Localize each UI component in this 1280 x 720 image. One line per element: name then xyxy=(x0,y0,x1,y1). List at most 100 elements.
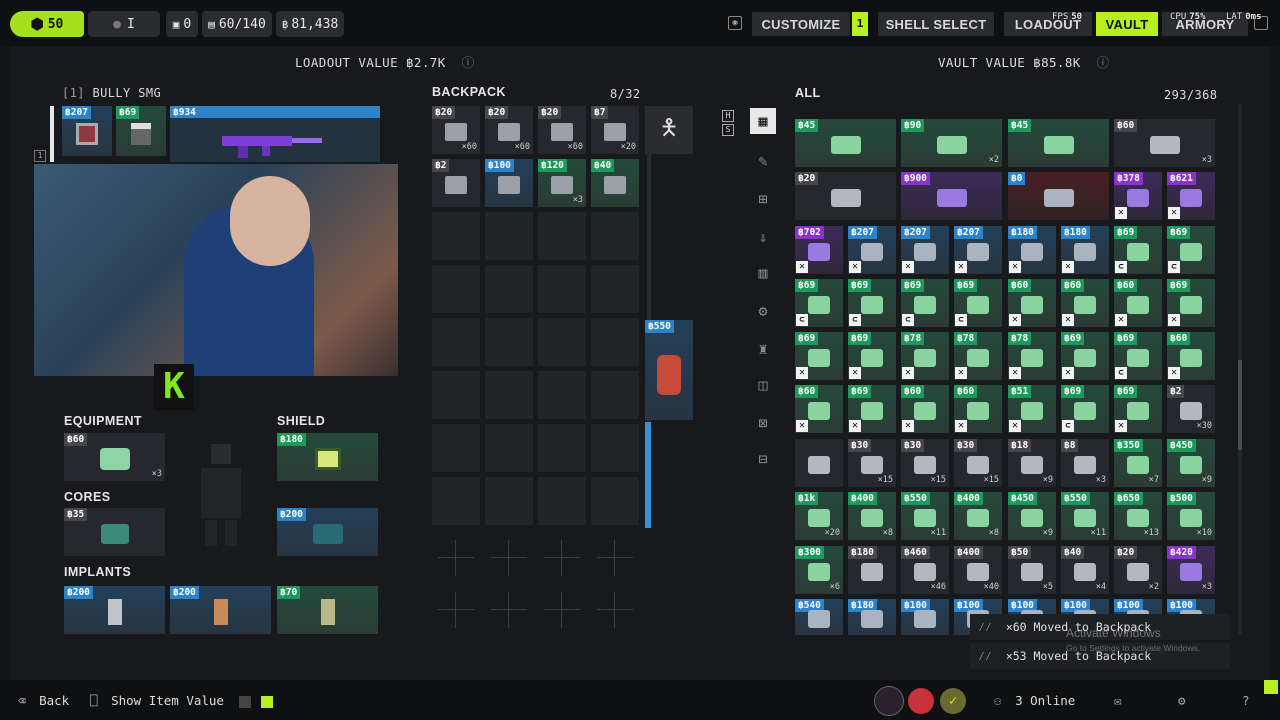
filter-implant-icon[interactable]: ♜ xyxy=(750,336,776,362)
vault-item-slot[interactable]: ฿300 ×6 xyxy=(795,546,843,594)
vault-item-slot[interactable]: ฿69 ⊂ xyxy=(1114,226,1162,274)
backpack-item-slot[interactable]: ฿40 xyxy=(591,159,639,207)
add-slot-icon[interactable] xyxy=(438,540,474,576)
vault-item-slot[interactable]: ฿78 ✕ xyxy=(1008,332,1056,380)
vault-item-slot[interactable]: ฿540 xyxy=(795,599,843,635)
vault-item-slot[interactable]: ฿1k ×20 xyxy=(795,492,843,540)
backpack-empty-slot[interactable] xyxy=(538,424,586,472)
shield-slot[interactable]: ฿180 xyxy=(277,433,378,481)
filter-misc-icon[interactable]: ⊟ xyxy=(750,446,776,472)
add-slot-icon[interactable] xyxy=(544,592,580,628)
filter-ammo-icon[interactable]: ▥ xyxy=(750,260,776,286)
vault-item-slot[interactable]: ฿702 ✕ xyxy=(795,226,843,274)
backpack-empty-slot[interactable] xyxy=(591,371,639,419)
add-slot-icon[interactable] xyxy=(597,540,633,576)
nav-shell-select[interactable]: SHELL SELECT xyxy=(878,12,994,36)
vault-item-slot[interactable]: ฿460 ×46 xyxy=(901,546,949,594)
vault-item-slot[interactable]: ฿69 ⊂ xyxy=(901,279,949,327)
vault-item-slot[interactable]: ฿60 ✕ xyxy=(901,385,949,433)
filter-core-icon[interactable]: ◫ xyxy=(750,372,776,398)
backpack-item-slot[interactable]: ฿120 ×3 xyxy=(538,159,586,207)
weapon-slot-main[interactable]: ฿934 xyxy=(170,106,380,162)
vault-item-slot[interactable]: ฿180 xyxy=(848,546,896,594)
vault-item-slot[interactable]: ฿621 ✕ xyxy=(1167,172,1215,220)
vault-item-slot[interactable]: ฿450 ×9 xyxy=(1008,492,1056,540)
help-icon[interactable]: ? xyxy=(1242,693,1250,708)
vault-item-slot[interactable]: ฿8 ×3 xyxy=(1061,439,1109,487)
vault-item-slot[interactable]: ฿60 ✕ xyxy=(1008,279,1056,327)
implant-slot[interactable]: ฿70 xyxy=(277,586,378,634)
vault-item-slot[interactable]: ฿550 ×11 xyxy=(1061,492,1109,540)
vault-item-slot[interactable]: ฿69 ✕ xyxy=(1167,279,1215,327)
vault-item-slot[interactable]: ฿400 ×40 xyxy=(954,546,1002,594)
backpack-item-slot[interactable]: ฿20 ×60 xyxy=(538,106,586,154)
vault-item-slot[interactable]: ฿420 ×3 xyxy=(1167,546,1215,594)
vault-item-slot[interactable]: ฿100 xyxy=(901,599,949,635)
backpack-empty-slot[interactable] xyxy=(485,212,533,260)
backpack-empty-slot[interactable] xyxy=(485,318,533,366)
backpack-empty-slot[interactable] xyxy=(591,424,639,472)
core-slot[interactable]: ฿200 xyxy=(277,508,378,556)
vault-item-slot[interactable]: ฿350 ×7 xyxy=(1114,439,1162,487)
backpack-item-slot[interactable]: ฿20 ×60 xyxy=(485,106,533,154)
mail-icon[interactable]: ✉ xyxy=(1114,693,1122,708)
vault-item-slot[interactable]: ฿18 ×9 xyxy=(1008,439,1056,487)
vault-item-slot[interactable]: ฿900 xyxy=(901,172,1002,220)
vault-item-slot[interactable]: ฿180 xyxy=(848,599,896,635)
vault-item-slot[interactable]: ฿69 ⊂ xyxy=(1167,226,1215,274)
backpack-empty-slot[interactable] xyxy=(538,318,586,366)
vault-item-slot[interactable]: ฿180 ✕ xyxy=(1061,226,1109,274)
vault-item-slot[interactable]: ฿51 ✕ xyxy=(1008,385,1056,433)
backpack-item-slot[interactable]: ฿2 xyxy=(432,159,480,207)
settings-square-icon[interactable]: ◉ xyxy=(728,16,742,30)
vault-item-slot[interactable]: ฿69 ✕ xyxy=(848,332,896,380)
currency-display[interactable]: ฿ 81,438 xyxy=(276,11,344,37)
vault-item-slot[interactable]: ฿69 ⊂ xyxy=(1061,385,1109,433)
filter-equipment-icon[interactable]: ⊞ xyxy=(750,186,776,212)
equipment-slot[interactable]: ฿60 ×3 xyxy=(64,433,165,481)
implant-slot[interactable]: ฿200 xyxy=(64,586,165,634)
vault-item-slot[interactable]: ฿30 ×15 xyxy=(954,439,1002,487)
backpack-scroll-thumb[interactable] xyxy=(645,422,651,528)
character-icon[interactable]: 🯅 xyxy=(645,106,693,154)
vault-item-slot[interactable]: ฿2 ×30 xyxy=(1167,385,1215,433)
filter-chip-icon[interactable]: ⚙ xyxy=(750,298,776,324)
settings-gear-icon[interactable]: ⚙ xyxy=(1178,693,1186,708)
vault-item-slot[interactable]: ฿60 ✕ xyxy=(795,385,843,433)
vault-item-slot[interactable]: ฿207 ✕ xyxy=(954,226,1002,274)
backpack-empty-slot[interactable] xyxy=(591,212,639,260)
vault-item-slot[interactable]: ฿60 ×3 xyxy=(1114,119,1215,167)
vault-item-slot[interactable]: ฿180 ✕ xyxy=(1008,226,1056,274)
backpack-empty-slot[interactable] xyxy=(538,477,586,525)
vault-item-slot[interactable]: ฿650 ×13 xyxy=(1114,492,1162,540)
backpack-item-slot[interactable]: ฿20 ×60 xyxy=(432,106,480,154)
party-avatar[interactable] xyxy=(874,686,904,716)
weapon-scrollbar[interactable] xyxy=(50,106,54,162)
filter-trash-icon[interactable]: ⊠ xyxy=(750,410,776,436)
show-item-value-toggle[interactable]: ⎕ Show Item Value xyxy=(90,693,274,708)
rank-badge[interactable]: ● I xyxy=(88,11,160,37)
backpack-empty-slot[interactable] xyxy=(591,265,639,313)
backpack-empty-slot[interactable] xyxy=(485,477,533,525)
vault-item-slot[interactable]: ฿207 ✕ xyxy=(901,226,949,274)
backpack-empty-slot[interactable] xyxy=(432,371,480,419)
backpack-empty-slot[interactable] xyxy=(432,424,480,472)
implant-slot[interactable]: ฿200 xyxy=(170,586,271,634)
party-avatar[interactable] xyxy=(908,688,934,714)
vault-item-slot[interactable]: ฿0 xyxy=(1008,172,1109,220)
vault-item-slot[interactable]: ฿60 ✕ xyxy=(1114,279,1162,327)
weapon-mod-slot[interactable]: ฿69 xyxy=(116,106,166,156)
backpack-empty-slot[interactable] xyxy=(432,318,480,366)
backpack-empty-slot[interactable] xyxy=(538,371,586,419)
stash-capacity[interactable]: ▤ 60/140 xyxy=(202,11,272,37)
add-slot-icon[interactable] xyxy=(597,592,633,628)
backpack-item-slot[interactable]: ฿100 xyxy=(485,159,533,207)
core-slot[interactable]: ฿35 xyxy=(64,508,165,556)
vault-item-slot[interactable]: ฿30 ×15 xyxy=(901,439,949,487)
vault-item-slot[interactable]: ฿400 ×8 xyxy=(954,492,1002,540)
filter-import-icon[interactable]: ⇓ xyxy=(750,224,776,250)
nav-vault[interactable]: VAULT xyxy=(1096,12,1158,36)
vault-item-slot[interactable]: ฿40 ×4 xyxy=(1061,546,1109,594)
add-slot-icon[interactable] xyxy=(491,592,527,628)
player-level[interactable]: ⬢ 50 xyxy=(10,11,84,37)
